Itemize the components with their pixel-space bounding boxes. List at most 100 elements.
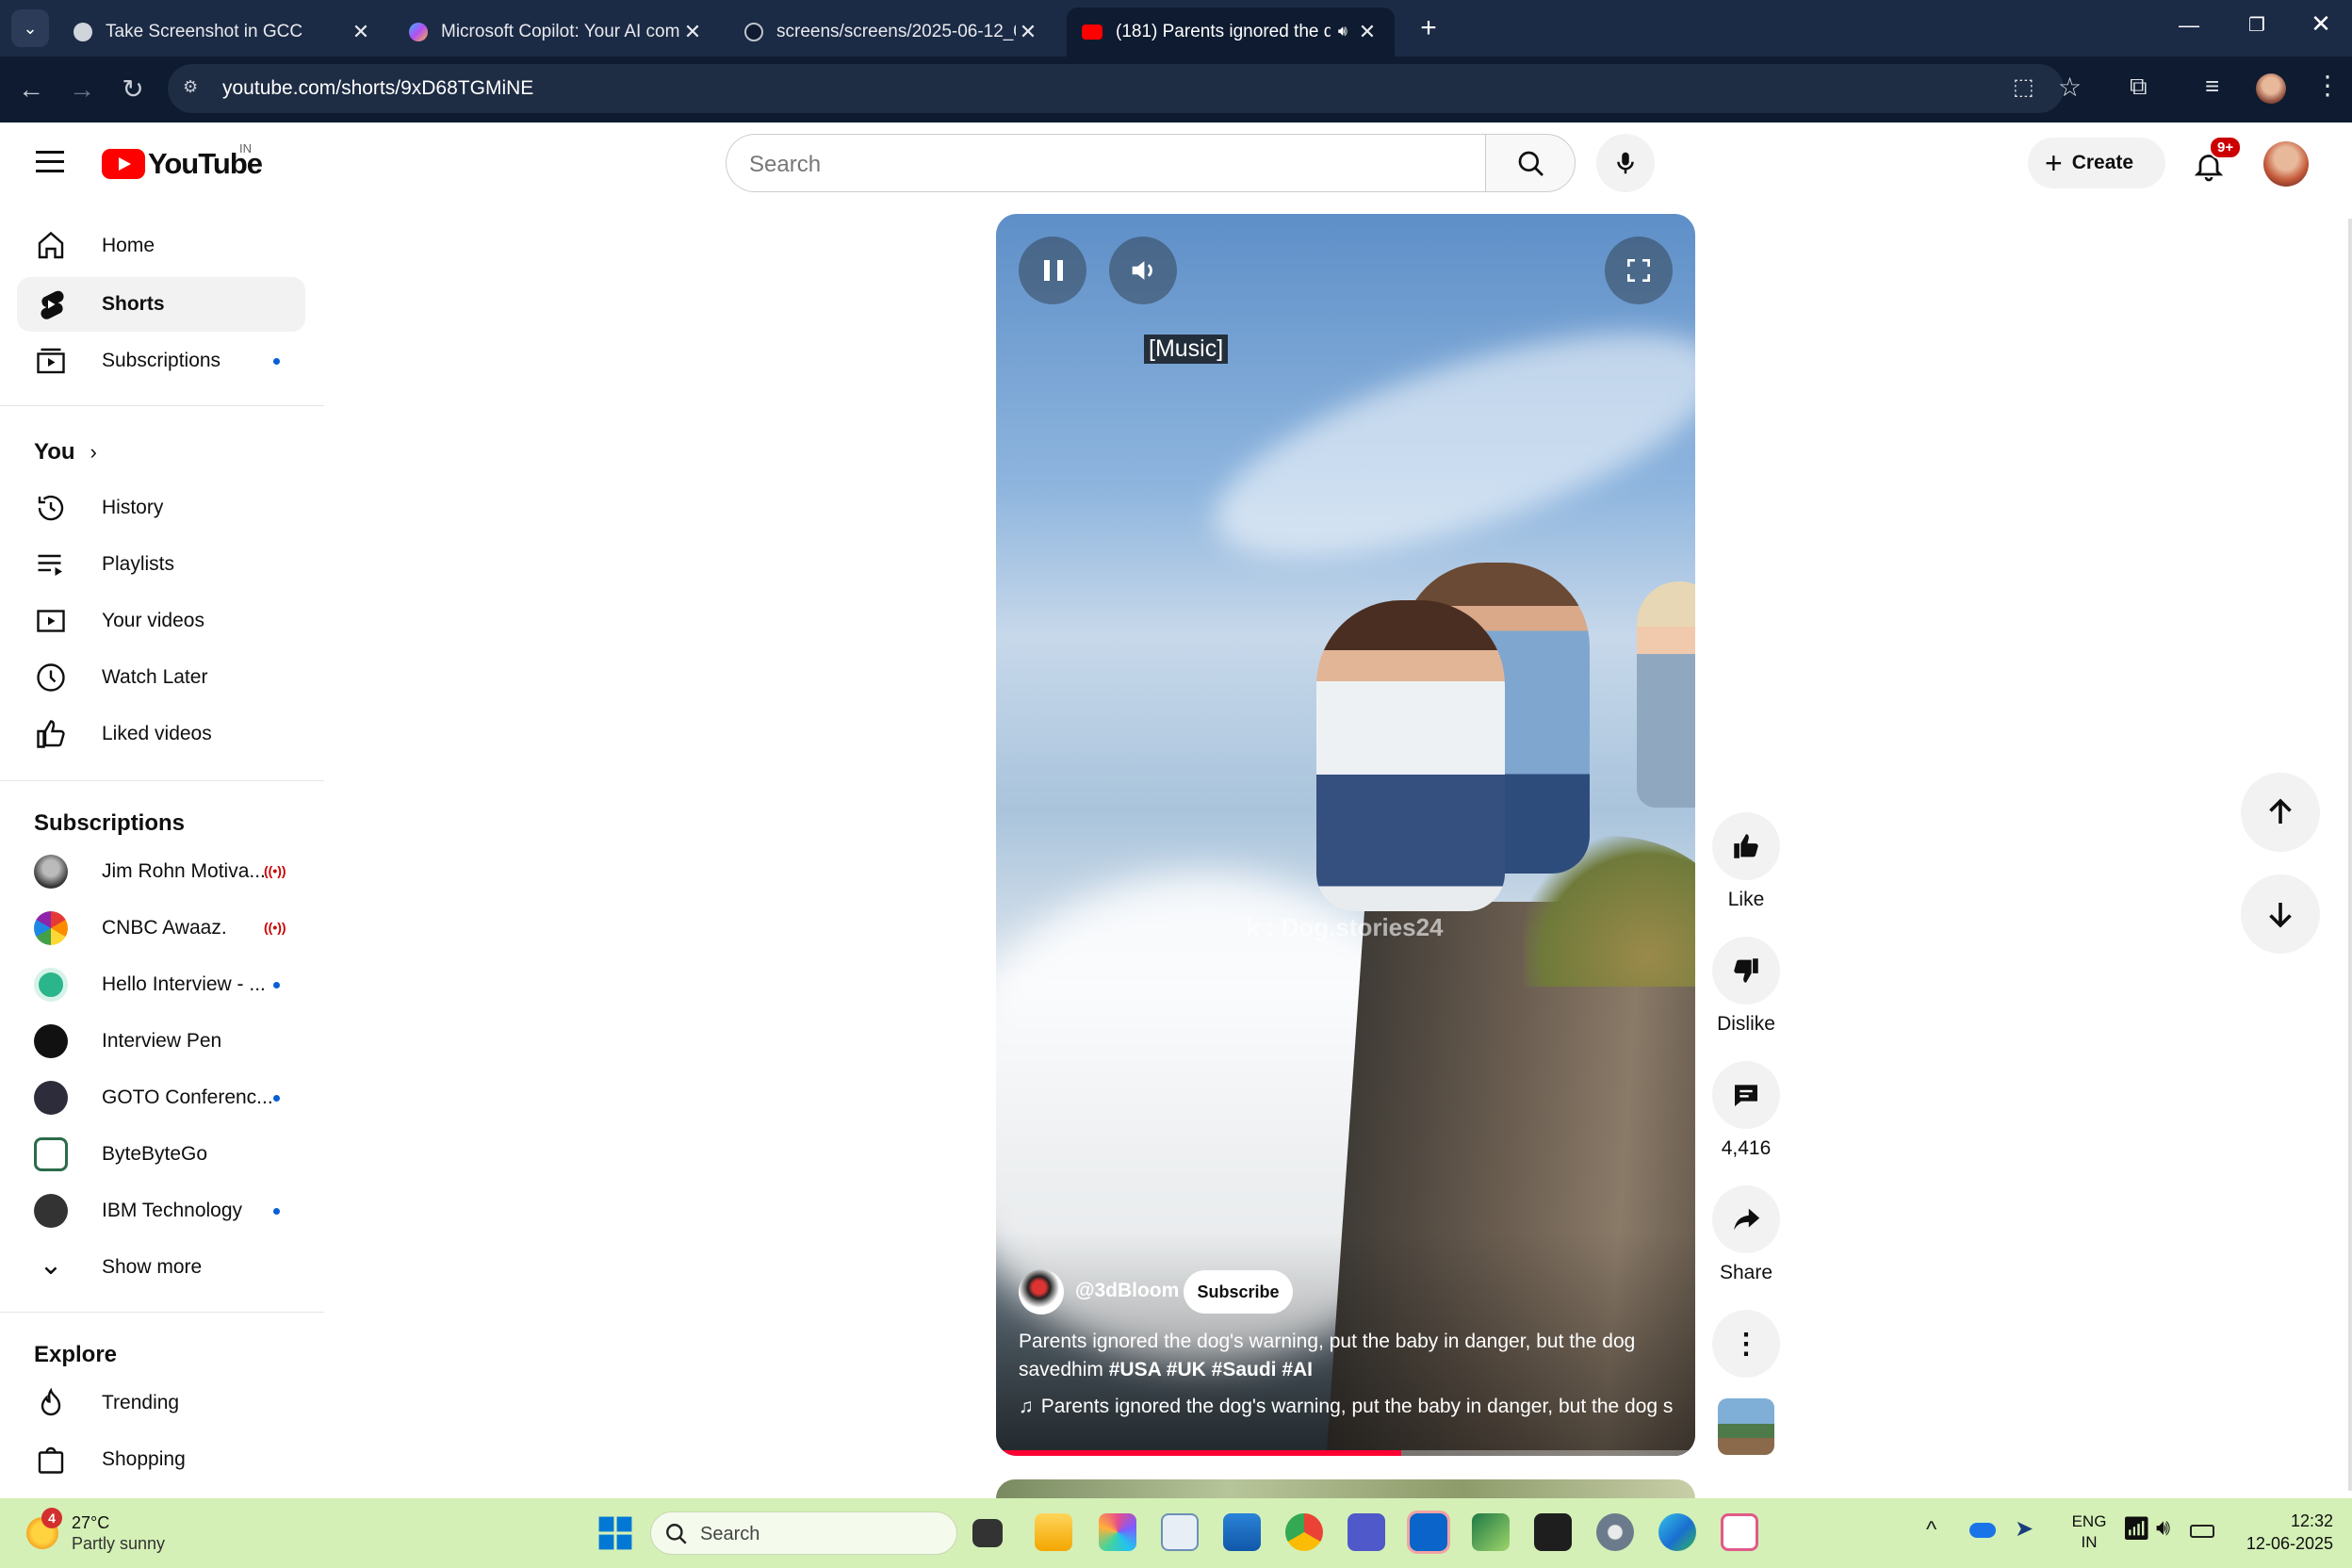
sidebar-item-subscriptions[interactable]: Subscriptions [17,334,305,388]
new-tab-button[interactable]: + [1410,11,1447,49]
chrome-icon[interactable] [1285,1513,1323,1551]
music-line[interactable]: ♫ Parents ignored the dog's warning, put … [1019,1396,1678,1418]
progress-track[interactable] [996,1450,1695,1456]
browser-menu-icon[interactable]: ⋮ [2314,70,2341,101]
sidebar-show-more[interactable]: ⌄ Show more [17,1240,305,1295]
sidebar-item-playlists[interactable]: Playlists [17,537,305,592]
video-description[interactable]: Parents ignored the dog's warning, put t… [1019,1328,1669,1384]
terminal-icon[interactable] [1534,1513,1572,1551]
sidebar-item-trending[interactable]: Trending [17,1376,305,1430]
forward-icon[interactable]: → [66,74,98,106]
url-text[interactable]: youtube.com/shorts/9xD68TGMiNE [222,77,533,100]
onedrive-icon[interactable] [1969,1523,1996,1538]
tab-3[interactable]: screens/screens/2025-06-12_09 ✕ [729,8,1055,57]
weather-widget[interactable]: 4 27°C Partly sunny [24,1508,185,1557]
snipping-tool-icon[interactable] [1721,1513,1758,1551]
sidebar-sub-bytebytego[interactable]: ByteByteGo [17,1127,305,1182]
close-icon[interactable]: ✕ [1016,20,1040,44]
volume-button[interactable] [1109,237,1177,304]
close-window-button[interactable]: ✕ [2299,9,2343,43]
teams-icon[interactable] [1348,1513,1385,1551]
minimize-button[interactable]: — [2167,13,2211,41]
next-short-button[interactable] [2241,874,2320,954]
tab-4-active[interactable]: (181) Parents ignored the d 🔊︎ ✕ [1067,8,1395,57]
task-view-icon[interactable] [972,1519,1003,1547]
window-app-icon[interactable] [1161,1513,1199,1551]
media-control-icon[interactable]: ≡ [2205,72,2219,101]
subscribe-button[interactable]: Subscribe [1184,1270,1293,1314]
like-button[interactable] [1712,812,1780,880]
youtube-logo[interactable]: YouTube [102,147,263,181]
tab-1[interactable]: Take Screenshot in GCC ✕ [58,8,388,57]
search-button[interactable] [1485,134,1576,192]
start-button[interactable] [597,1515,633,1551]
next-short-preview[interactable] [996,1479,1695,1498]
wifi-icon[interactable]: 📶︎ [2122,1515,2150,1543]
sidebar-sub-jim-rohn[interactable]: Jim Rohn Motiva... ((•)) [17,844,305,899]
taskbar-search[interactable]: Search [650,1511,957,1555]
show-hidden-icons[interactable]: ^ [1926,1517,1936,1544]
you-section-header[interactable]: You › [34,439,97,466]
edge-icon[interactable] [1658,1513,1696,1551]
location-icon[interactable]: ➤ [2015,1515,2034,1543]
more-options-button[interactable]: ⋮ [1712,1310,1780,1378]
audio-playing-icon[interactable]: 🔊︎ [1338,24,1348,41]
restore-button[interactable]: ❐ [2235,13,2278,41]
sidebar-item-shopping[interactable]: Shopping [17,1432,305,1487]
extensions-icon[interactable]: ⧉ [2130,72,2148,102]
photos-app-icon[interactable] [1223,1513,1261,1551]
close-icon[interactable]: ✕ [349,20,373,44]
channel-avatar[interactable] [1019,1269,1064,1315]
share-button[interactable] [1712,1185,1780,1253]
sidebar-sub-interview-pen[interactable]: Interview Pen [17,1014,305,1069]
sidebar-item-home[interactable]: Home [17,219,305,273]
close-icon[interactable]: ✕ [1355,20,1380,44]
pause-button[interactable] [1019,237,1086,304]
sidebar-sub-ibm-technology[interactable]: IBM Technology [17,1184,305,1238]
comments-button[interactable] [1712,1061,1780,1129]
reload-icon[interactable]: ↻ [117,74,149,106]
dislike-button[interactable] [1712,937,1780,1004]
sidebar-sub-goto[interactable]: GOTO Conferenc... [17,1070,305,1125]
sidebar-item-shorts[interactable]: Shorts [17,277,305,332]
profile-avatar[interactable] [2256,74,2286,104]
account-avatar[interactable] [2263,141,2309,187]
back-icon[interactable]: ← [15,74,47,106]
input-language[interactable]: ENG IN [2066,1511,2113,1553]
tab-search-button[interactable]: ⌄ [11,9,49,47]
hamburger-menu-icon[interactable] [36,151,64,173]
sidebar-item-your-videos[interactable]: Your videos [17,594,305,648]
bookmark-star-icon[interactable]: ☆ [2058,72,2082,103]
outlook-icon[interactable] [1407,1511,1450,1554]
hashtags[interactable]: #USA #UK #Saudi #AI [1109,1359,1313,1380]
channel-handle[interactable]: @3dBloom [1075,1280,1179,1302]
url-bar[interactable]: ⚙ youtube.com/shorts/9xD68TGMiNE ⬚ [168,64,2064,113]
battery-icon[interactable] [2190,1525,2214,1538]
sidebar-item-watch-later[interactable]: Watch Later [17,650,305,705]
site-info-icon[interactable]: ⚙ [183,77,205,100]
settings-gear-icon[interactable] [1596,1513,1634,1551]
install-app-icon[interactable]: ⬚ [2013,74,2041,102]
clock-date: 12-06-2025 [2246,1534,2333,1553]
shorts-video-player[interactable]: k : Dog.stories24 [Music] @3dBloom Subsc… [996,214,1695,1456]
fullscreen-button[interactable] [1605,237,1673,304]
sidebar-sub-cnbc[interactable]: CNBC Awaaz. ((•)) [17,901,305,956]
create-button[interactable]: + Create [2028,138,2165,188]
excel-notes-icon[interactable] [1472,1513,1510,1551]
tab-2[interactable]: Microsoft Copilot: Your AI comp ✕ [394,8,720,57]
file-explorer-icon[interactable] [1035,1513,1072,1551]
previous-short-button[interactable] [2241,773,2320,852]
clock[interactable]: 12:32 12-06-2025 [2230,1510,2333,1555]
sidebar-item-liked-videos[interactable]: Liked videos [17,707,305,761]
notifications-button[interactable]: 9+ [2186,136,2243,188]
page-scrollbar[interactable] [2348,219,2352,1491]
sidebar-sub-hello-interview[interactable]: Hello Interview - ... [17,957,305,1012]
remix-thumbnail[interactable] [1718,1398,1774,1455]
tab-title: (181) Parents ignored the d [1116,22,1331,41]
search-input[interactable]: Search [726,134,1485,192]
sidebar-item-history[interactable]: History [17,481,305,535]
voice-search-button[interactable] [1596,134,1655,192]
speaker-icon[interactable]: 🔊︎ [2156,1515,2170,1542]
microsoft-365-icon[interactable] [1099,1513,1136,1551]
close-icon[interactable]: ✕ [680,20,705,44]
